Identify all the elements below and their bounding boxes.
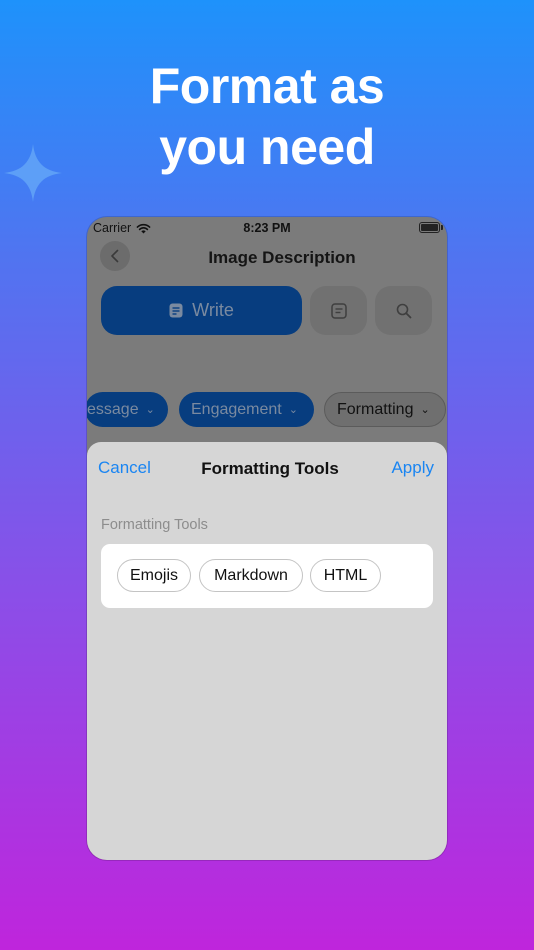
chip-formatting[interactable]: Formatting ⌄ bbox=[324, 392, 446, 427]
section-label: Formatting Tools bbox=[101, 517, 208, 533]
search-icon bbox=[396, 303, 411, 318]
option-markdown[interactable]: Markdown bbox=[199, 559, 303, 592]
write-button-label: Write bbox=[192, 300, 234, 320]
option-html[interactable]: HTML bbox=[310, 559, 381, 592]
chevron-down-icon: ⌄ bbox=[420, 404, 430, 416]
chip-message[interactable]: essage ⌄ bbox=[87, 392, 168, 427]
phone-screen: Carrier 8:23 PM Image Description Write bbox=[87, 217, 447, 860]
search-button[interactable] bbox=[375, 286, 432, 335]
sparkle-icon bbox=[4, 144, 62, 202]
status-bar: Carrier 8:23 PM bbox=[87, 217, 447, 239]
note-icon bbox=[169, 303, 183, 318]
chevron-down-icon: ⌄ bbox=[288, 404, 298, 416]
option-emojis[interactable]: Emojis bbox=[117, 559, 191, 592]
headline-line-1: Format as bbox=[149, 58, 385, 114]
status-time: 8:23 PM bbox=[243, 221, 291, 235]
write-button[interactable]: Write bbox=[101, 286, 302, 335]
document-icon bbox=[330, 302, 347, 319]
chevron-down-icon: ⌄ bbox=[145, 404, 155, 416]
document-button[interactable] bbox=[310, 286, 367, 335]
category-chips: essage ⌄ Engagement ⌄ Formatting ⌄ bbox=[87, 392, 447, 427]
headline-line-2: you need bbox=[159, 119, 375, 175]
options-card: Emojis Markdown HTML bbox=[101, 544, 433, 608]
nav-title: Image Description bbox=[208, 248, 356, 267]
battery-icon bbox=[419, 222, 440, 233]
apply-button[interactable]: Apply bbox=[391, 458, 434, 478]
formatting-tools-sheet: Cancel Formatting Tools Apply Formatting… bbox=[87, 442, 447, 860]
chip-engagement[interactable]: Engagement ⌄ bbox=[179, 392, 314, 427]
promo-headline: Format as you need bbox=[0, 56, 534, 178]
